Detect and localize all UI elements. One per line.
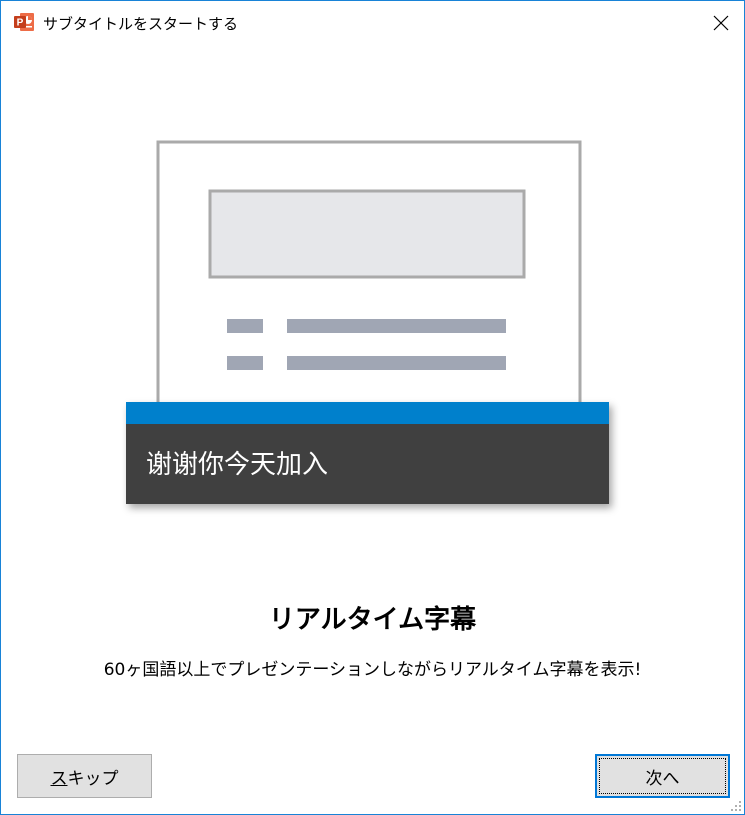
- focus-rectangle: [599, 758, 726, 794]
- dialog-window: P サブタイトルをスタートする 谢谢你今天加入 リアルタイム字幕 60ヶ国語以上…: [0, 0, 745, 815]
- caption-text: 谢谢你今天加入: [146, 450, 328, 480]
- close-button[interactable]: [698, 1, 744, 45]
- resize-grip-icon[interactable]: [730, 800, 742, 812]
- skip-button[interactable]: スキップ: [17, 754, 152, 798]
- feature-description: 60ヶ国語以上でプレゼンテーションしながらリアルタイム字幕を表示!: [103, 660, 642, 680]
- slide-graphic: [156, 140, 582, 414]
- svg-text:P: P: [17, 18, 24, 29]
- window-title: サブタイトルをスタートする: [43, 15, 239, 33]
- skip-button-label: スキップ: [50, 768, 119, 789]
- feature-heading: リアルタイム字幕: [268, 605, 477, 635]
- title-bar: P サブタイトルをスタートする: [1, 1, 744, 45]
- subtitle-illustration: 谢谢你今天加入: [126, 140, 609, 504]
- next-button[interactable]: 次へ: [595, 754, 730, 798]
- close-icon: [713, 15, 729, 31]
- powerpoint-icon: P: [14, 13, 34, 31]
